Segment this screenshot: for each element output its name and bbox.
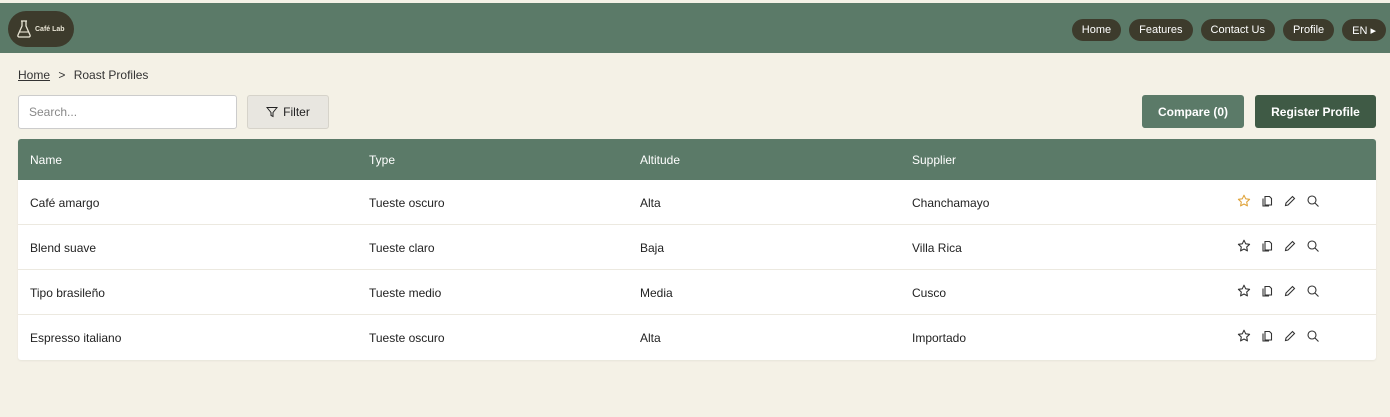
breadcrumb-current: Roast Profiles [73,68,149,82]
row-actions [1237,194,1320,208]
search-icon [1307,285,1319,297]
table-row[interactable]: Espresso italiano Tueste oscuro Alta Import… [18,315,1376,360]
table-header: Name Type Altitude Supplier [18,139,1376,180]
compare-button[interactable]: Compare (0) [1142,95,1244,128]
nav-features[interactable]: Features [1129,19,1193,41]
view-button[interactable] [1306,329,1320,343]
cell-name: Espresso italiano [30,331,122,345]
breadcrumb-home-link[interactable]: Home [18,68,50,82]
view-button[interactable] [1306,194,1320,208]
nav-profile[interactable]: Profile [1282,19,1335,41]
table-row[interactable]: Tipo brasileño Tueste medio Media Cusco [18,270,1376,315]
breadcrumb: Home > Roast Profiles [18,68,148,82]
favorite-button[interactable] [1237,284,1251,298]
beaker-icon [17,20,31,38]
cell-type: Tueste oscuro [369,196,445,210]
roast-profiles-table: Name Type Altitude Supplier Café amargo T… [18,139,1376,360]
duplicate-button[interactable] [1260,194,1274,208]
search-input[interactable] [18,95,237,129]
edit-button[interactable] [1283,284,1297,298]
favorite-button[interactable] [1237,329,1251,343]
column-header-supplier[interactable]: Supplier [912,153,956,167]
pencil-icon [1284,330,1296,342]
language-selector[interactable]: EN ▸ [1342,19,1386,41]
cell-altitude: Alta [640,331,661,345]
search-icon [1307,195,1319,207]
cell-name: Tipo brasileño [30,286,105,300]
breadcrumb-separator: > [58,68,66,82]
funnel-icon [266,107,279,118]
favorite-button[interactable] [1237,194,1251,208]
table-row[interactable]: Blend suave Tueste claro Baja Villa Rica [18,225,1376,270]
cell-name: Blend suave [30,241,97,255]
nav-contact-us[interactable]: Contact Us [1200,19,1275,41]
filter-label: Filter [283,105,310,119]
filter-button[interactable]: Filter [247,95,329,129]
edit-button[interactable] [1283,329,1297,343]
cell-supplier: Chanchamayo [912,196,990,210]
view-button[interactable] [1306,239,1320,253]
cell-type: Tueste claro [369,241,435,255]
view-button[interactable] [1306,284,1320,298]
column-header-name[interactable]: Name [30,153,62,167]
row-actions [1237,284,1320,298]
cell-supplier: Cusco [912,286,947,300]
row-actions [1237,239,1320,253]
row-actions [1237,329,1320,343]
table-row[interactable]: Café amargo Tueste oscuro Alta Chanchamayo [18,180,1376,225]
copy-icon [1262,195,1273,207]
pencil-icon [1284,240,1296,252]
cell-altitude: Media [640,286,673,300]
duplicate-button[interactable] [1260,239,1274,253]
copy-icon [1262,330,1273,342]
duplicate-button[interactable] [1260,284,1274,298]
search-icon [1307,240,1319,252]
pencil-icon [1284,195,1296,207]
cell-supplier: Importado [912,331,967,345]
cell-type: Tueste medio [369,286,442,300]
column-header-type[interactable]: Type [369,153,395,167]
edit-button[interactable] [1283,194,1297,208]
copy-icon [1262,285,1273,297]
top-navbar: Café Lab Home Features Contact Us Profil… [0,3,1390,53]
cell-altitude: Alta [640,196,661,210]
column-header-altitude[interactable]: Altitude [640,153,680,167]
pencil-icon [1284,285,1296,297]
favorite-button[interactable] [1237,239,1251,253]
cell-supplier: Villa Rica [912,241,962,255]
cafe-lab-logo[interactable]: Café Lab [8,11,74,47]
star-icon [1237,194,1251,207]
table-body: Café amargo Tueste oscuro Alta Chanchamayo B… [18,180,1376,360]
star-icon [1237,239,1251,252]
cell-type: Tueste oscuro [369,331,445,345]
star-icon [1237,329,1251,342]
logo-text: Café Lab [35,25,65,33]
cell-altitude: Baja [640,241,665,255]
nav-home[interactable]: Home [1071,19,1122,41]
copy-icon [1262,240,1273,252]
register-profile-button[interactable]: Register Profile [1255,95,1376,128]
star-icon [1237,284,1251,297]
edit-button[interactable] [1283,239,1297,253]
duplicate-button[interactable] [1260,329,1274,343]
main-nav: Home Features Contact Us Profile EN ▸ [1071,19,1386,41]
search-icon [1307,330,1319,342]
cell-name: Café amargo [30,196,100,210]
